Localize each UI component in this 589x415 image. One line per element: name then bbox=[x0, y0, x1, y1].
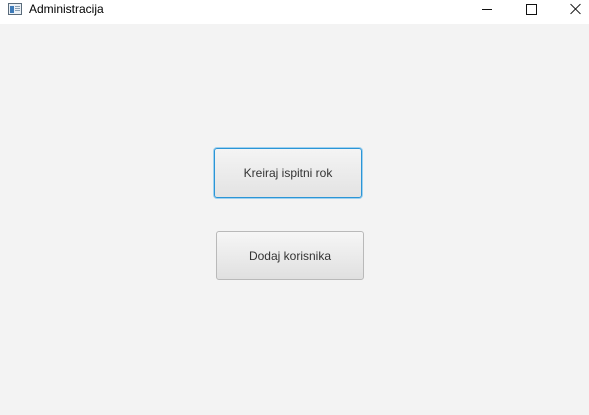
maximize-button[interactable] bbox=[508, 0, 554, 18]
window-titlebar[interactable]: Administracija bbox=[0, 0, 589, 24]
add-user-button[interactable]: Dodaj korisnika bbox=[216, 231, 364, 280]
maximize-icon bbox=[525, 3, 537, 15]
app-window-icon bbox=[8, 3, 22, 15]
window-title: Administracija bbox=[29, 2, 104, 16]
close-icon bbox=[570, 3, 582, 15]
minimize-icon bbox=[482, 8, 492, 10]
create-exam-period-button[interactable]: Kreiraj ispitni rok bbox=[214, 148, 362, 198]
minimize-button[interactable] bbox=[464, 0, 510, 18]
close-button[interactable] bbox=[553, 0, 589, 18]
main-content: Kreiraj ispitni rok Dodaj korisnika bbox=[0, 24, 589, 415]
